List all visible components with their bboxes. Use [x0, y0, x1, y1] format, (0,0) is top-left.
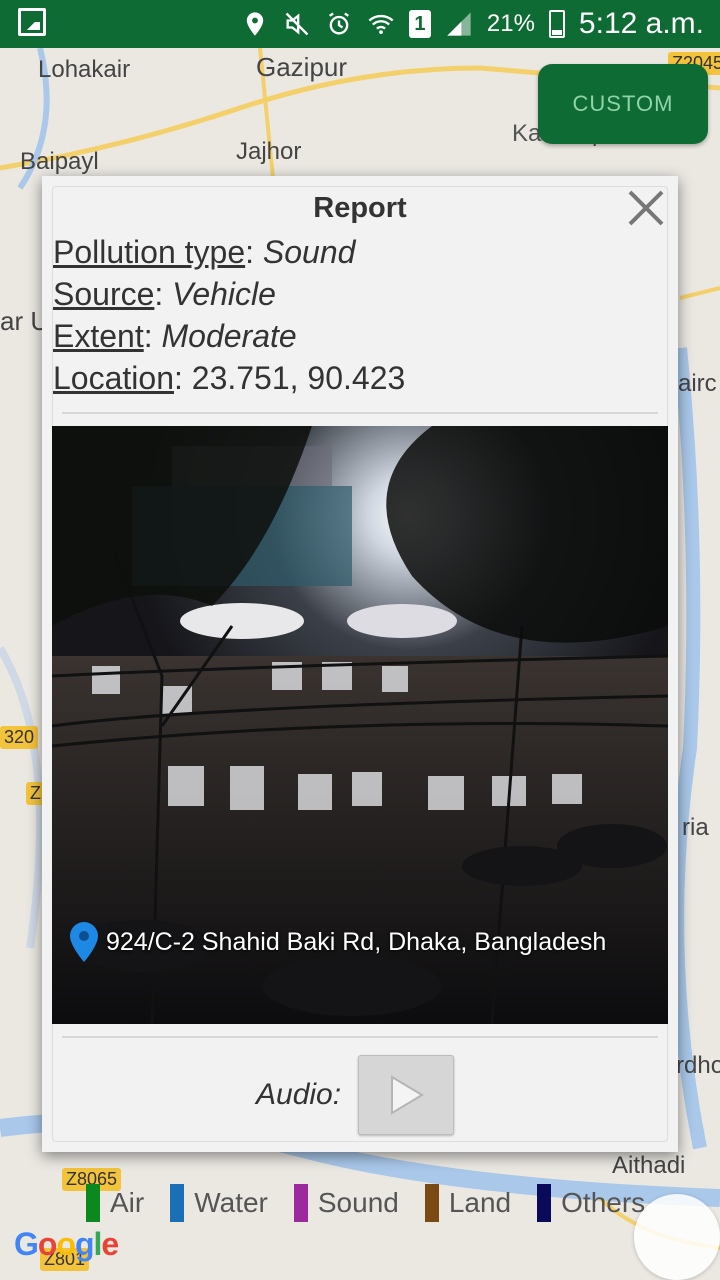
- location-pin-icon: [70, 922, 98, 962]
- battery-percent: 21%: [486, 10, 535, 37]
- report-photo[interactable]: 924/C-2 Shahid Baki Rd, Dhaka, Banglades…: [52, 426, 668, 1024]
- extent-row: Extent: Moderate: [53, 318, 297, 354]
- battery-icon: [548, 10, 565, 38]
- map-label: Jajhor: [236, 138, 302, 165]
- legend-label: Air: [110, 1187, 145, 1218]
- location-icon: [246, 12, 264, 36]
- wifi-icon: [368, 14, 394, 35]
- custom-button[interactable]: CUSTOM: [538, 64, 708, 144]
- map-label: Aithadi: [612, 1152, 686, 1179]
- legend-swatch: [293, 1184, 308, 1222]
- signal-icon: [447, 12, 471, 36]
- legend-item-others: Others: [537, 1184, 645, 1222]
- legend-label: Sound: [317, 1187, 399, 1218]
- field-value: Moderate: [161, 318, 297, 354]
- map-label: Gazipur: [256, 52, 348, 82]
- map-label: Lohakair: [38, 56, 131, 83]
- close-icon[interactable]: [626, 188, 666, 228]
- pollution-type-row: Pollution type: Sound: [53, 234, 356, 270]
- legend-item-land: Land: [424, 1184, 512, 1222]
- field-value: 23.751, 90.423: [191, 360, 406, 396]
- report-dialog: Report Pollution type: Sound Source: Veh…: [42, 176, 678, 1152]
- field-value: Sound: [262, 234, 356, 270]
- field-key: Extent: [53, 318, 144, 354]
- divider: [62, 412, 658, 414]
- clock: 5:12 a.m.: [578, 7, 704, 40]
- google-logo: Google: [14, 1226, 119, 1262]
- legend-swatch: [170, 1184, 185, 1222]
- legend-swatch: [424, 1184, 439, 1222]
- status-bar: 1 21% 5:12 a.m.: [0, 0, 720, 48]
- legend-swatch: [86, 1184, 100, 1222]
- legend-item-sound: Sound: [293, 1184, 399, 1222]
- gallery-notification-icon: [18, 8, 46, 36]
- location-row: Location: 23.751, 90.423: [53, 360, 406, 396]
- my-location-button[interactable]: [634, 1194, 720, 1280]
- mute-icon: [285, 12, 309, 36]
- field-key: Location: [53, 360, 174, 396]
- field-key: Source: [53, 276, 155, 312]
- legend-item-water: Water: [170, 1184, 268, 1222]
- map-label: Baipayl: [20, 148, 99, 175]
- map-label: rdho: [676, 1052, 720, 1079]
- pollution-legend: Air Water Sound Land Others: [86, 1184, 671, 1222]
- legend-label: Others: [561, 1187, 646, 1218]
- field-value: Vehicle: [172, 276, 276, 312]
- sim-slot-icon: 1: [408, 10, 431, 38]
- legend-swatch: [537, 1184, 552, 1222]
- map-label: airc: [678, 370, 717, 397]
- alarm-icon: [328, 12, 349, 35]
- legend-label: Water: [194, 1187, 268, 1218]
- play-audio-button[interactable]: [358, 1055, 454, 1135]
- dialog-title: Report: [313, 192, 407, 224]
- map-label: ria: [682, 814, 709, 841]
- road-badge: 320: [0, 726, 39, 749]
- divider: [62, 1036, 658, 1038]
- legend-item-air: Air: [86, 1184, 144, 1222]
- play-icon: [391, 1075, 424, 1115]
- photo-address: 924/C-2 Shahid Baki Rd, Dhaka, Banglades…: [70, 922, 606, 962]
- audio-label: Audio:: [256, 1078, 342, 1111]
- address-text: 924/C-2 Shahid Baki Rd, Dhaka, Banglades…: [106, 927, 607, 956]
- field-key: Pollution type: [53, 234, 246, 270]
- legend-label: Land: [448, 1187, 512, 1218]
- source-row: Source: Vehicle: [53, 276, 276, 312]
